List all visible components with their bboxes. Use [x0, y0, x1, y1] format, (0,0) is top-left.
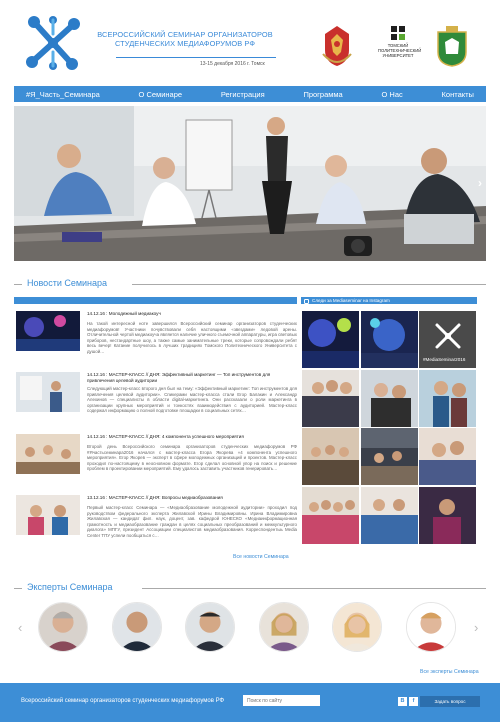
- expert-avatar[interactable]: [406, 602, 456, 652]
- news-title[interactable]: 14.12.16 : Молодежный медиакоуч: [87, 311, 297, 317]
- instagram-photo[interactable]: #MediaSeminar2016: [419, 311, 476, 368]
- ask-question-button[interactable]: Задать вопрос: [420, 696, 480, 707]
- nav-item-program[interactable]: Программа: [303, 90, 342, 99]
- divider-right: [142, 588, 486, 589]
- instagram-photo[interactable]: [360, 486, 418, 544]
- divider-right: [132, 284, 486, 285]
- expert-avatar[interactable]: [185, 602, 235, 652]
- tpu-logo[interactable]: ТОМСКИЙ ПОЛИТЕХНИЧЕСКИЙ УНИВЕРСИТЕТ: [378, 26, 422, 72]
- seminar-logo[interactable]: [22, 12, 84, 74]
- news-title[interactable]: 13.12.16 : МАСТЕР-КЛАСС // ДНЯ: Вопросы …: [87, 495, 297, 501]
- tomsk-region-emblem-icon: [437, 26, 467, 67]
- title-underline: [116, 57, 276, 58]
- nav-item-about-us[interactable]: О Нас: [382, 90, 403, 99]
- news-excerpt: Следующий мастер-класс второго дня был н…: [87, 386, 297, 414]
- news-header-bar: [14, 297, 297, 304]
- expert-avatar[interactable]: [112, 602, 162, 652]
- instagram-photo[interactable]: [419, 486, 476, 544]
- nav-item-contacts[interactable]: Контакты: [442, 90, 474, 99]
- instagram-photo[interactable]: [302, 369, 359, 427]
- news-thumbnail[interactable]: [16, 311, 80, 351]
- instagram-photo[interactable]: [302, 311, 359, 368]
- all-experts-link[interactable]: Все эксперты Семинара: [420, 669, 479, 675]
- footer-title: Всероссийский семинар организаторов студ…: [21, 698, 225, 704]
- instagram-photo[interactable]: [360, 428, 418, 485]
- all-news-link[interactable]: Все новости Семинара: [233, 554, 289, 560]
- divider-left: [14, 588, 22, 589]
- facebook-icon[interactable]: f: [409, 697, 418, 706]
- instagram-icon: [304, 298, 309, 304]
- expert-avatar[interactable]: [38, 602, 88, 652]
- event-dates: 13-15 декабря 2016 г. Томск: [200, 61, 265, 67]
- main-nav: #Я_Часть_Семинара О Семинаре Регистрация…: [14, 86, 486, 102]
- nav-item-about-seminar[interactable]: О Семинаре: [139, 90, 183, 99]
- experts-section-header: Эксперты Семинара: [14, 582, 486, 594]
- hero-photo: [14, 106, 486, 261]
- experts-prev-arrow-icon[interactable]: ‹: [18, 620, 22, 635]
- instagram-photo[interactable]: [302, 428, 359, 485]
- instagram-hashtag: #MediaSeminar2016: [423, 357, 466, 362]
- nav-item-registration[interactable]: Регистрация: [221, 90, 265, 99]
- divider-left: [14, 284, 22, 285]
- news-title[interactable]: 14.12.16 : МАСТЕР-КЛАСС // ДНЯ: 4 компон…: [87, 434, 297, 440]
- expert-avatar[interactable]: [332, 602, 382, 652]
- news-excerpt: Первый мастер-класс Семинара — «Медиаобр…: [87, 505, 297, 538]
- instagram-photo[interactable]: [360, 369, 418, 427]
- footer: Всероссийский семинар организаторов студ…: [0, 683, 500, 722]
- hero-slider[interactable]: ›: [14, 106, 486, 261]
- news-thumbnail[interactable]: [16, 495, 80, 535]
- news-thumbnail[interactable]: [16, 434, 80, 474]
- instagram-photo[interactable]: [360, 311, 418, 368]
- experts-section-title: Эксперты Семинара: [27, 582, 113, 592]
- header: Всероссийский семинар организаторов студ…: [0, 0, 500, 86]
- news-title[interactable]: 14.12.16 : МАСТЕР-КЛАСС // ДНЯ: Эффектив…: [87, 372, 297, 384]
- instagram-photo[interactable]: [419, 428, 476, 485]
- instagram-grid: #MediaSeminar2016: [302, 311, 478, 544]
- tpu-mark-icon: [391, 26, 405, 40]
- search-input[interactable]: [243, 695, 320, 706]
- expert-avatar[interactable]: [259, 602, 309, 652]
- news-thumbnail[interactable]: [16, 372, 80, 412]
- nav-item-ya-chast[interactable]: #Я_Часть_Семинара: [26, 90, 100, 99]
- site-title: Всероссийский семинар организаторов студ…: [97, 30, 273, 48]
- vk-icon[interactable]: B: [398, 697, 407, 706]
- news-excerpt: На такой интересной ноте завершился Всер…: [87, 321, 297, 354]
- instagram-title[interactable]: Следи за Mediaseminar на Instagram: [312, 298, 390, 303]
- tpu-name: ТОМСКИЙ ПОЛИТЕХНИЧЕСКИЙ УНИВЕРСИТЕТ: [378, 43, 422, 58]
- experts-next-arrow-icon[interactable]: ›: [474, 620, 478, 635]
- instagram-photo[interactable]: [419, 369, 476, 427]
- news-section-title: Новости Семинара: [27, 278, 108, 288]
- news-section-header: Новости Семинара: [14, 278, 486, 290]
- hero-next-arrow-icon[interactable]: ›: [478, 176, 482, 190]
- instagram-photo[interactable]: [302, 486, 359, 544]
- ministry-emblem-icon: [322, 26, 352, 66]
- news-excerpt: Второй день Всероссийского семинара орга…: [87, 444, 297, 472]
